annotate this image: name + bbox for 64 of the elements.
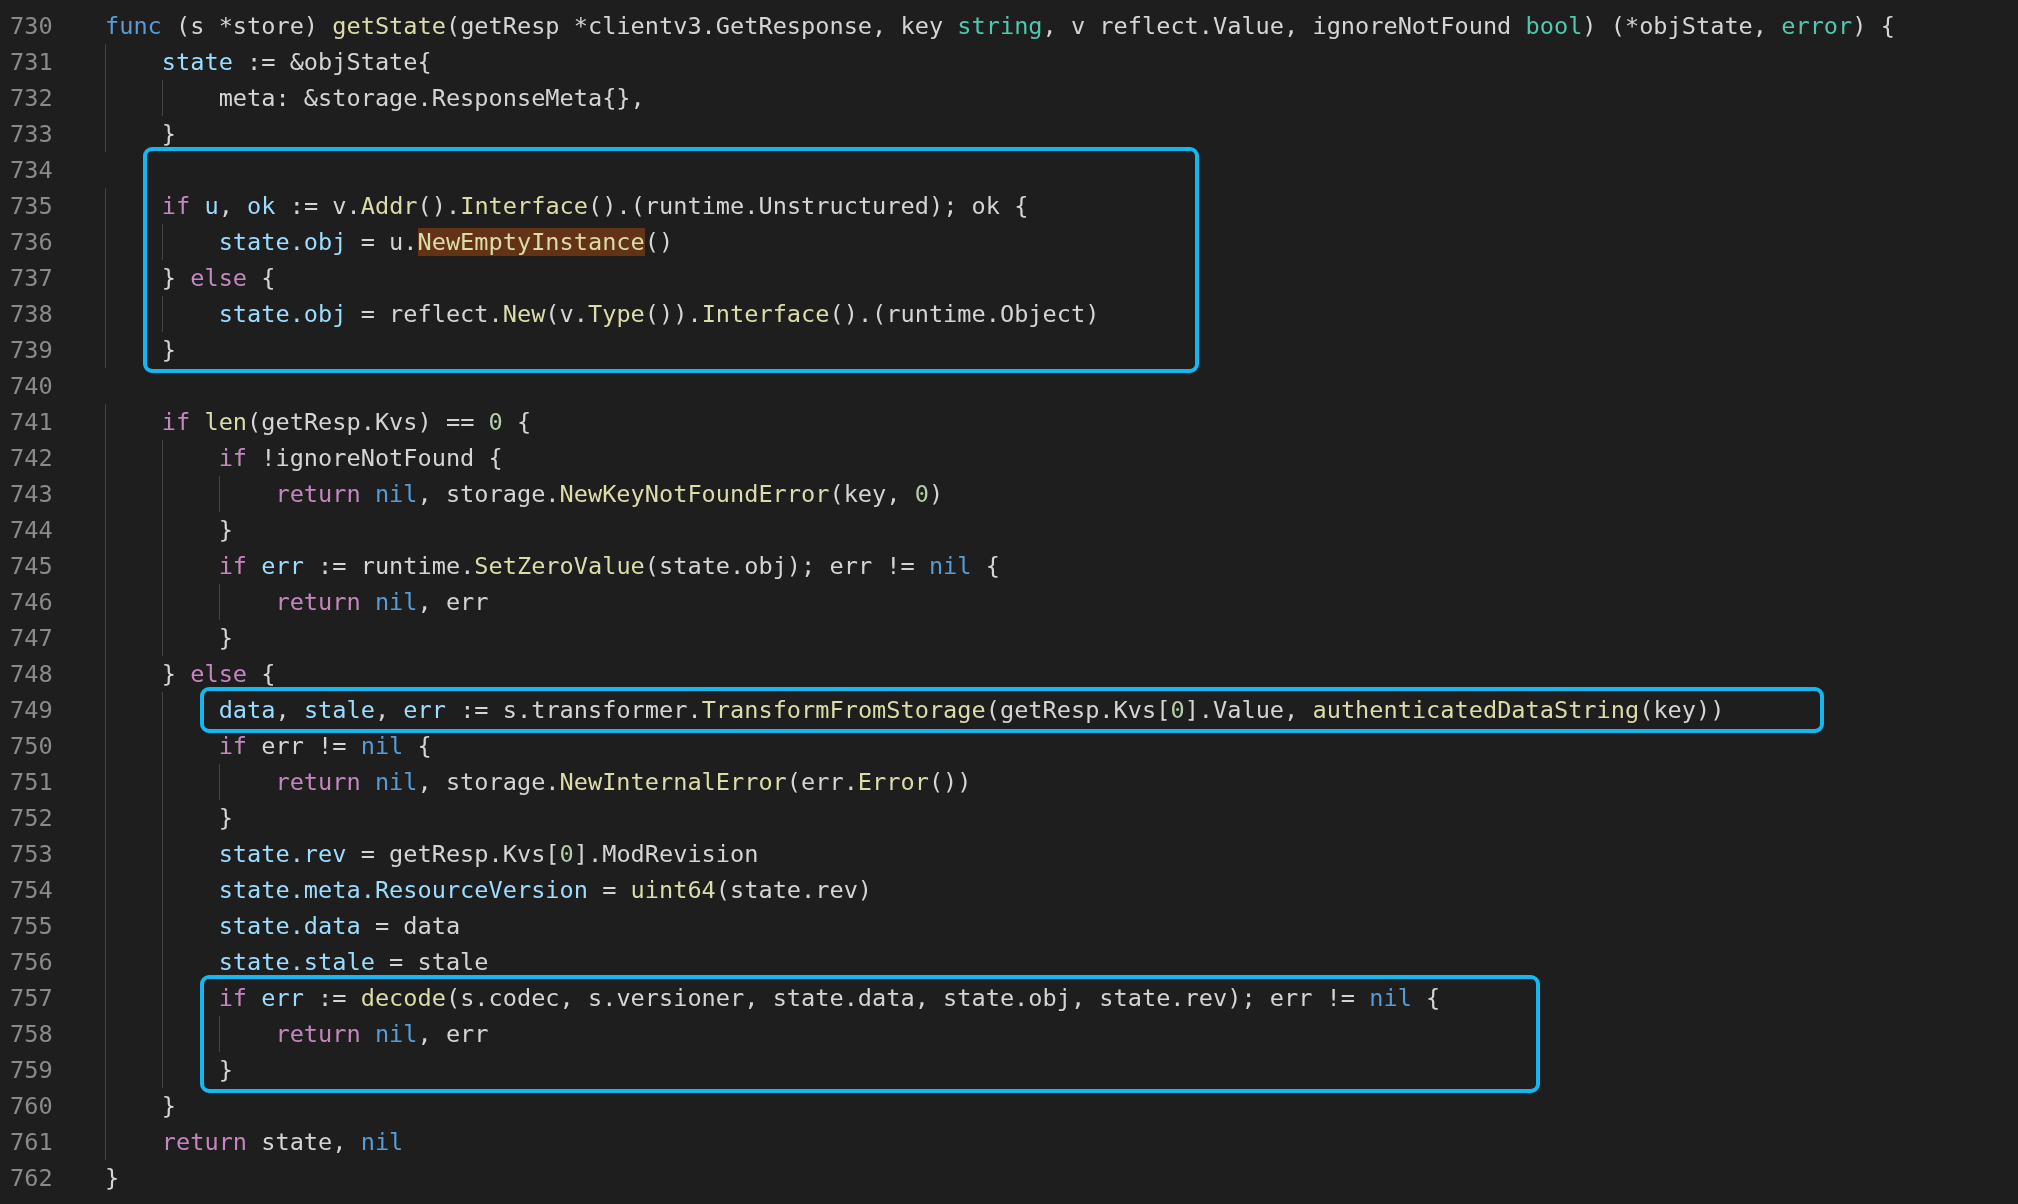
code-line: state.obj = reflect.New(v.Type()).Interface().(runtime.Object) xyxy=(105,296,1100,332)
line-number: 740 xyxy=(9,371,54,402)
line-number: 758 xyxy=(9,1019,54,1050)
code-line: } xyxy=(105,1163,120,1194)
line-number: 757 xyxy=(9,983,54,1014)
code-line: if err := runtime.SetZeroValue(state.obj); err != nil { xyxy=(105,548,1000,584)
code-line: return nil, err xyxy=(105,1016,489,1052)
line-number: 744 xyxy=(9,515,54,546)
line-number: 750 xyxy=(9,731,54,762)
line-number: 755 xyxy=(9,911,54,942)
code-line: } else { xyxy=(105,260,276,296)
line-number: 737 xyxy=(9,263,54,294)
line-number: 751 xyxy=(9,767,54,798)
code-line: } else { xyxy=(105,656,276,692)
code-line: return nil, storage.NewKeyNotFoundError(key, 0) xyxy=(105,476,944,512)
code-line: state.stale = stale xyxy=(105,944,489,980)
code-line: data, stale, err := s.transformer.TransformFromStorage(getResp.Kvs[0].Value, authenticatedDataString(key)) xyxy=(105,692,1725,728)
line-number: 739 xyxy=(9,335,54,366)
line-number: 736 xyxy=(9,227,54,258)
line-number: 733 xyxy=(9,119,54,150)
line-number: 745 xyxy=(9,551,54,582)
line-number: 734 xyxy=(9,155,54,186)
code-line: state.obj = u.NewEmptyInstance() xyxy=(105,224,674,260)
line-number: 756 xyxy=(9,947,54,978)
code-line: state.meta.ResourceVersion = uint64(state.rev) xyxy=(105,872,873,908)
line-number: 760 xyxy=(9,1091,54,1122)
line-number: 730 xyxy=(9,11,54,42)
line-number: 742 xyxy=(9,443,54,474)
line-number: 732 xyxy=(9,83,54,114)
code-line: state.rev = getResp.Kvs[0].ModRevision xyxy=(105,836,759,872)
line-number: 749 xyxy=(9,695,54,726)
code-line: } xyxy=(105,332,177,368)
line-number: 747 xyxy=(9,623,54,654)
code-line: return nil, err xyxy=(105,584,489,620)
line-number: 741 xyxy=(9,407,54,438)
code-line: func (s *store) getState(getResp *clientv3.GetResponse, key string, v reflect.Value, ignoreNotFound bool) (*objState, error) { xyxy=(105,11,1895,42)
code-line: state.data = data xyxy=(105,908,461,944)
line-number: 754 xyxy=(9,875,54,906)
code-line: return state, nil xyxy=(105,1124,404,1160)
code-line: if u, ok := v.Addr().Interface().(runtime.Unstructured); ok { xyxy=(105,188,1029,224)
code-line: if !ignoreNotFound { xyxy=(105,440,503,476)
code-line: } xyxy=(105,512,233,548)
line-number: 761 xyxy=(9,1127,54,1158)
line-number: 752 xyxy=(9,803,54,834)
code-line: if err := decode(s.codec, s.versioner, state.data, state.obj, state.rev); err != nil { xyxy=(105,980,1441,1016)
code-line: } xyxy=(105,800,233,836)
line-number: 746 xyxy=(9,587,54,618)
code-line: } xyxy=(105,620,233,656)
code-line: meta: &storage.ResponseMeta{}, xyxy=(105,80,645,116)
line-number: 735 xyxy=(9,191,54,222)
code-line: return nil, storage.NewInternalError(err.Error()) xyxy=(105,764,972,800)
line-number: 738 xyxy=(9,299,54,330)
code-line: if err != nil { xyxy=(105,728,432,764)
code-line: } xyxy=(105,116,177,152)
code-line: } xyxy=(105,1052,233,1088)
line-number: 743 xyxy=(9,479,54,510)
code-line: if len(getResp.Kvs) == 0 { xyxy=(105,404,532,440)
line-number: 748 xyxy=(9,659,54,690)
line-number: 753 xyxy=(9,839,54,870)
line-number: 759 xyxy=(9,1055,54,1086)
line-number: 762 xyxy=(9,1163,54,1194)
code-line: } xyxy=(105,1088,177,1124)
line-number: 731 xyxy=(9,47,54,78)
code-line: state := &objState{ xyxy=(105,44,432,80)
